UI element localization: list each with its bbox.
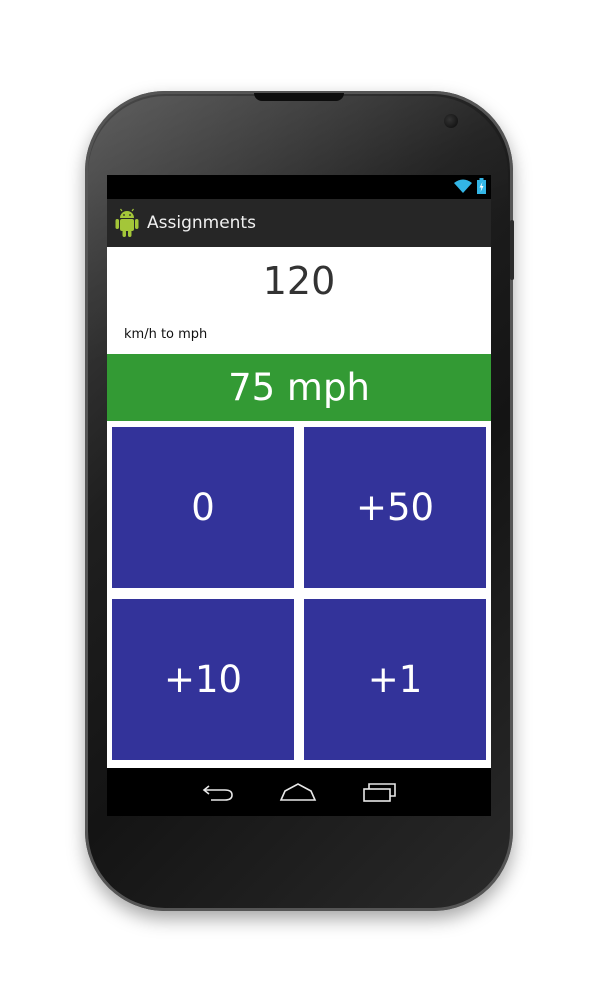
add-1-button[interactable]: +1 bbox=[304, 599, 486, 760]
converter-content: 120 km/h to mph 75 mph 0 +50 +10 +1 bbox=[107, 247, 491, 768]
reset-button[interactable]: 0 bbox=[112, 427, 294, 588]
home-icon[interactable] bbox=[279, 781, 317, 803]
wifi-icon bbox=[454, 179, 472, 193]
action-bar: Assignments bbox=[107, 199, 491, 247]
add-10-button[interactable]: +10 bbox=[112, 599, 294, 760]
speed-input-value: 120 bbox=[262, 259, 336, 303]
conversion-mode-label: km/h to mph bbox=[124, 327, 208, 342]
navigation-bar bbox=[107, 768, 491, 816]
battery-charging-icon bbox=[477, 178, 486, 194]
status-bar bbox=[107, 175, 491, 199]
app-title: Assignments bbox=[147, 213, 256, 233]
phone-screen: Assignments 120 km/h to mph 75 mph 0 +50… bbox=[107, 175, 491, 816]
android-robot-icon bbox=[115, 208, 139, 237]
add-50-button[interactable]: +50 bbox=[304, 427, 486, 588]
recent-apps-icon[interactable] bbox=[361, 780, 397, 804]
front-camera bbox=[444, 114, 458, 128]
phone-speaker bbox=[254, 93, 344, 101]
volume-button bbox=[510, 220, 514, 280]
back-icon[interactable] bbox=[201, 781, 237, 803]
result-display: 75 mph bbox=[107, 354, 491, 421]
